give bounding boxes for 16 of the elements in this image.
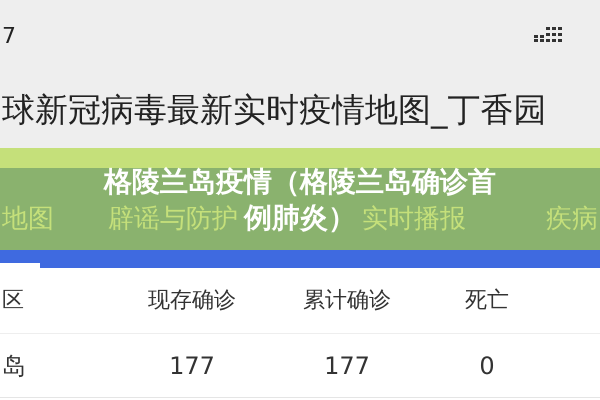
column-header: 现存确诊 <box>147 287 237 315</box>
column-header: 累计确诊 <box>302 287 392 315</box>
nav-tab[interactable]: 疾病 <box>546 200 598 238</box>
table-cell-text: 177 <box>168 350 216 382</box>
overlay-title: 格陵兰岛疫情（格陵兰岛确诊首 <box>104 164 496 200</box>
status-time: 7 <box>2 22 16 50</box>
column-header: 区 <box>2 287 25 315</box>
column-header: 死亡 <box>464 287 510 315</box>
table-cell-text: 岛 <box>2 350 27 382</box>
overlay-title: 例肺炎） <box>244 200 356 236</box>
table-cell-text: 177 <box>323 350 371 382</box>
page-title: 球新冠病毒最新实时疫情地图_丁香园 <box>2 89 546 132</box>
nav-tab[interactable]: 辟谣与防护 <box>108 200 238 238</box>
table-cell-text: 0 <box>478 350 496 382</box>
nav-tab[interactable]: 实时播报 <box>362 200 466 238</box>
nav-tab[interactable]: 地图 <box>2 200 54 238</box>
